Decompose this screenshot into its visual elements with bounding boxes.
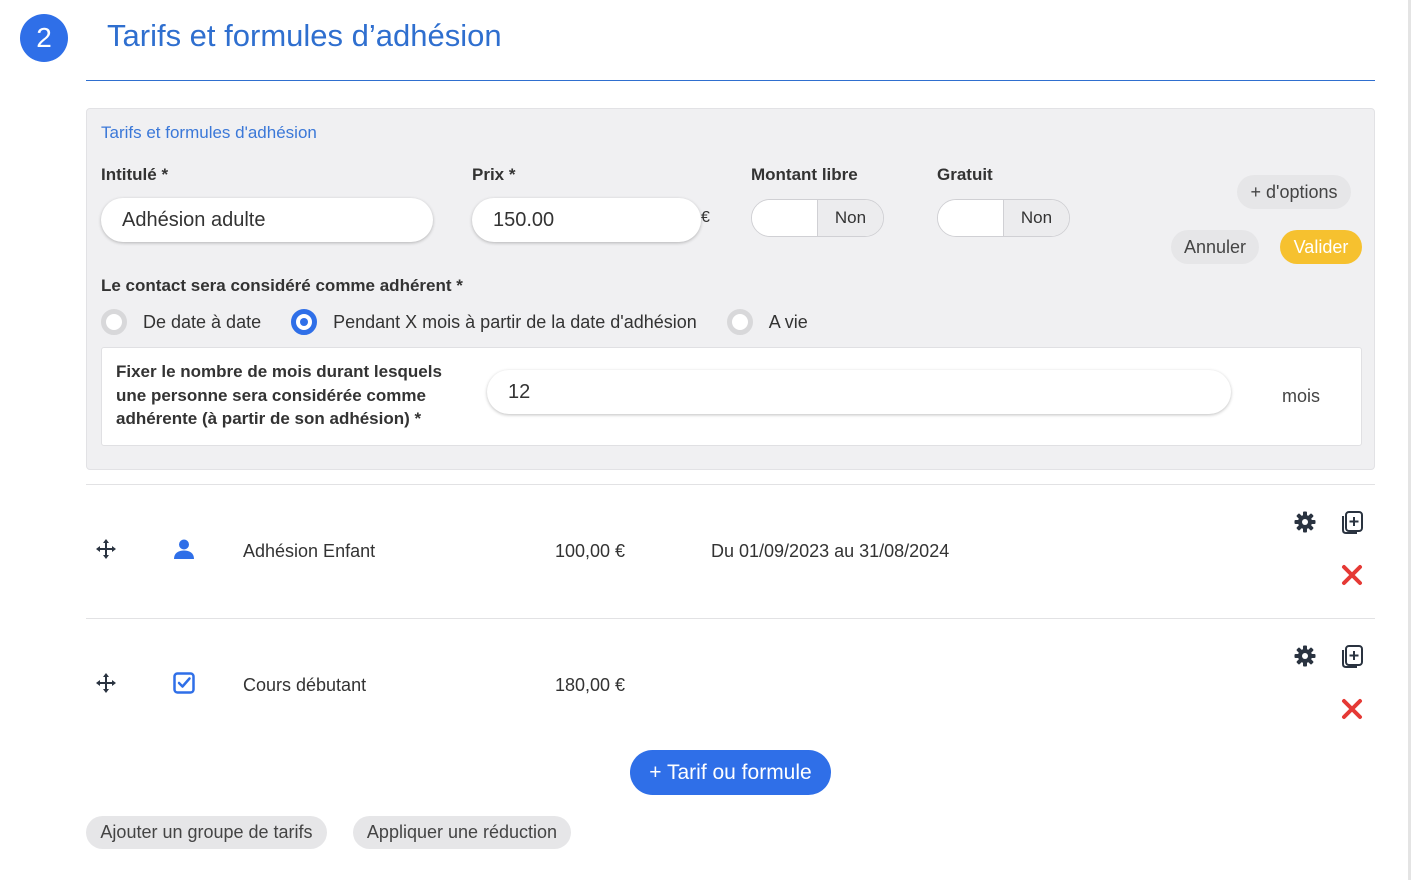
- months-input[interactable]: 12: [487, 370, 1231, 414]
- radio-option-x-months[interactable]: Pendant X mois à partir de la date d'adh…: [291, 309, 697, 335]
- toggle-knob: [938, 200, 1004, 236]
- step-badge: 2: [20, 14, 68, 62]
- label-input[interactable]: Adhésion adulte: [101, 198, 433, 242]
- duplicate-icon[interactable]: [1339, 509, 1365, 535]
- move-icon[interactable]: [94, 537, 118, 561]
- currency-symbol: €: [701, 209, 710, 226]
- add-tariff-group-button[interactable]: Ajouter un groupe de tarifs: [86, 816, 327, 849]
- person-icon: [174, 539, 194, 559]
- add-tariff-button[interactable]: + Tarif ou formule: [630, 750, 831, 795]
- price-input[interactable]: 150.00: [472, 198, 701, 242]
- member-duration-label: Le contact sera considéré comme adhérent…: [101, 276, 463, 295]
- tariff-price: 100,00 €: [555, 541, 626, 561]
- radio-label: A vie: [768, 311, 808, 332]
- radio-button[interactable]: [101, 309, 127, 335]
- radio-option-lifetime[interactable]: A vie: [726, 309, 808, 335]
- radio-button[interactable]: [726, 309, 753, 335]
- more-options-button[interactable]: + d'options: [1237, 175, 1351, 209]
- delete-icon[interactable]: [1340, 697, 1364, 721]
- radio-option-date-to-date[interactable]: De date à date: [101, 309, 261, 335]
- move-icon[interactable]: [94, 671, 118, 695]
- checkbox-icon: [173, 672, 195, 694]
- duplicate-icon[interactable]: [1339, 643, 1365, 669]
- free-amount-label: Montant libre: [751, 165, 858, 184]
- free-amount-toggle[interactable]: Non: [751, 199, 884, 237]
- tariff-name: Adhésion Enfant: [243, 541, 376, 561]
- free-toggle[interactable]: Non: [937, 199, 1070, 237]
- radio-button-checked[interactable]: [291, 309, 318, 335]
- radio-label: De date à date: [143, 311, 262, 332]
- free-toggle-value: Non: [1004, 200, 1069, 236]
- price-field-label: Prix *: [472, 165, 516, 184]
- months-label: Fixer le nombre de mois durant lesquels …: [116, 362, 442, 428]
- tariff-form-panel: Tarifs et formules d'adhésion Intitulé *…: [86, 108, 1375, 470]
- months-unit: mois: [1282, 386, 1321, 406]
- section-title: Tarifs et formules d’adhésion: [107, 18, 502, 53]
- free-amount-toggle-value: Non: [818, 200, 883, 236]
- table-row: Adhésion Enfant 100,00 € Du 01/09/2023 a…: [86, 485, 1375, 619]
- apply-discount-button[interactable]: Appliquer une réduction: [353, 816, 571, 849]
- tariff-price: 180,00 €: [555, 675, 626, 695]
- member-duration-options: De date à date Pendant X mois à partir d…: [101, 309, 838, 335]
- gear-icon[interactable]: [1293, 510, 1317, 534]
- table-row: Cours débutant 180,00 €: [86, 619, 1375, 753]
- tariff-name: Cours débutant: [243, 675, 367, 695]
- gear-icon[interactable]: [1293, 644, 1317, 668]
- tariff-period: Du 01/09/2023 au 31/08/2024: [711, 541, 950, 561]
- title-divider: [86, 80, 1375, 81]
- validate-button[interactable]: Valider: [1280, 230, 1362, 264]
- radio-label: Pendant X mois à partir de la date d'adh…: [333, 311, 697, 332]
- months-config-box: Fixer le nombre de mois durant lesquels …: [101, 347, 1362, 446]
- panel-title: Tarifs et formules d'adhésion: [101, 123, 317, 142]
- toggle-knob: [752, 200, 818, 236]
- label-field-label: Intitulé *: [101, 165, 169, 184]
- free-label: Gratuit: [937, 165, 993, 184]
- delete-icon[interactable]: [1340, 563, 1364, 587]
- cancel-button[interactable]: Annuler: [1171, 230, 1259, 264]
